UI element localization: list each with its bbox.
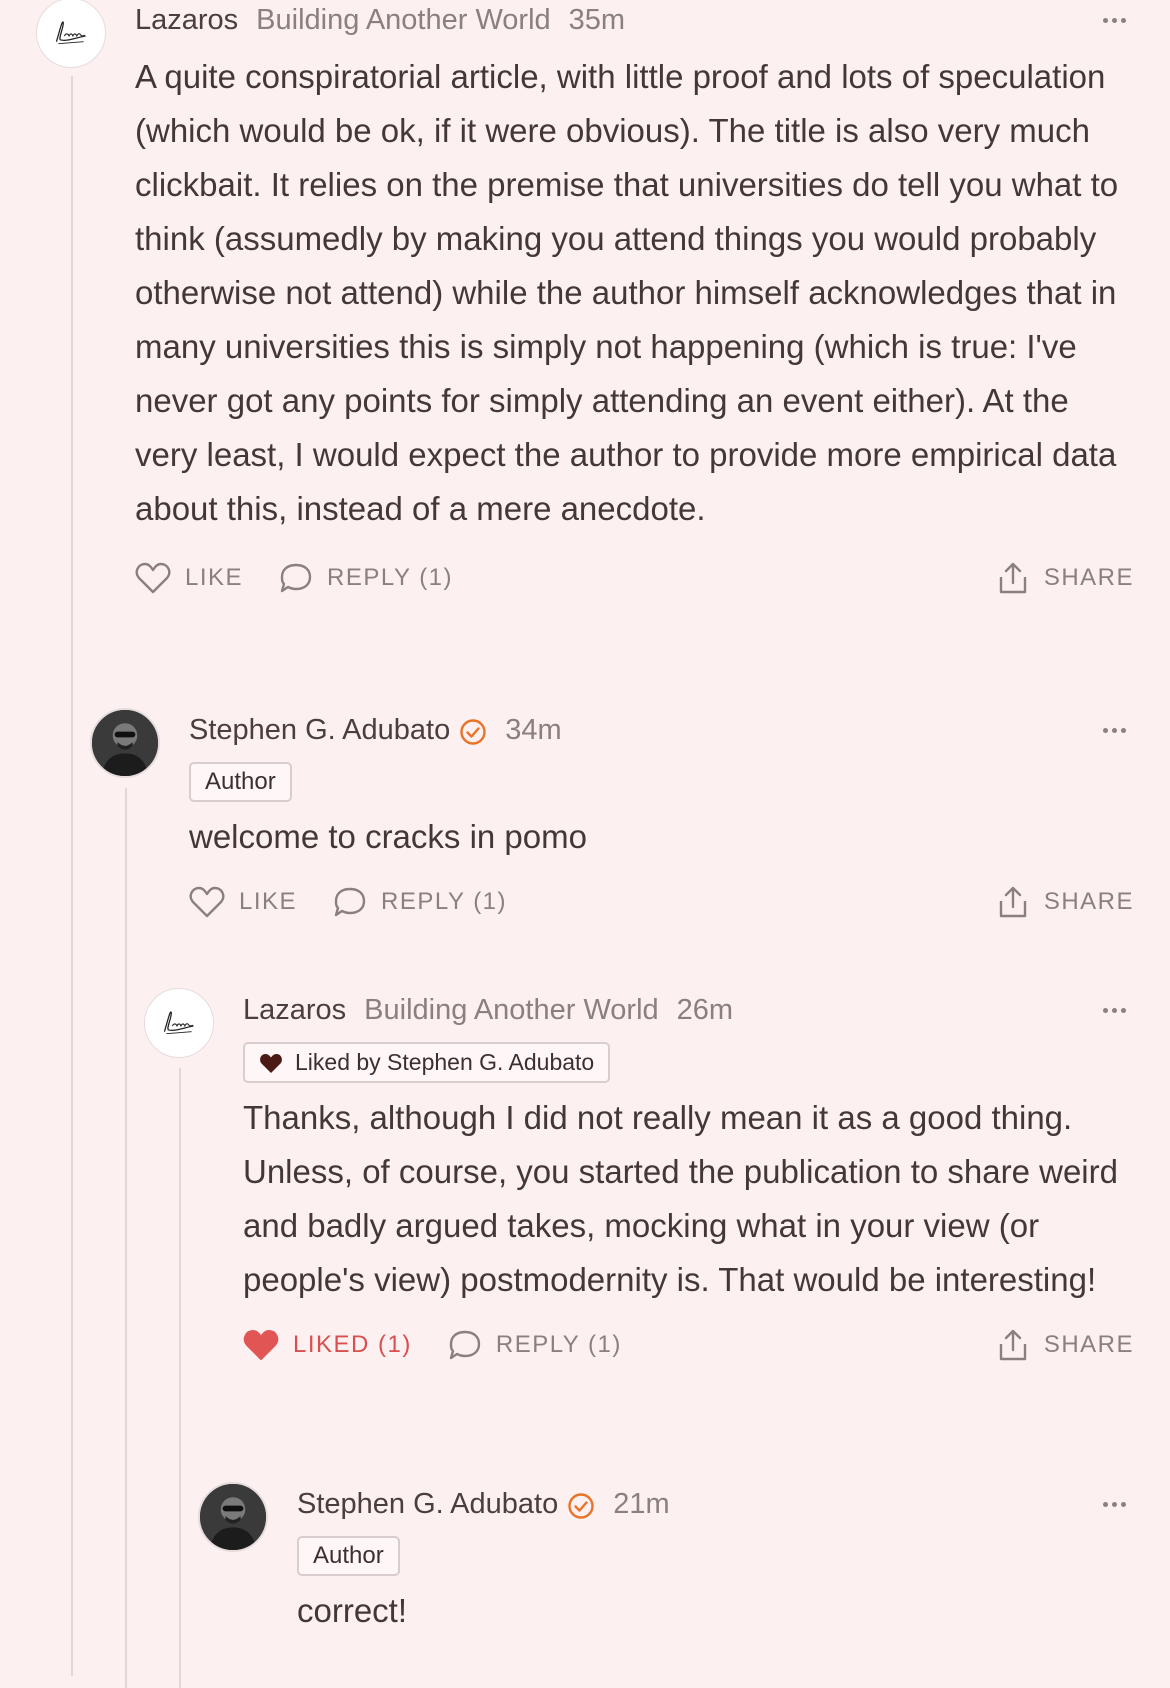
timestamp[interactable]: 34m <box>505 714 561 747</box>
comment-actions: LIKED (1) REPLY (1) SHARE <box>243 1323 1134 1367</box>
comment-header: Stephen G. Adubato 34m <box>189 710 1134 750</box>
like-button[interactable]: LIKE <box>189 886 297 918</box>
reply-button[interactable]: REPLY (1) <box>333 886 507 918</box>
reply-button[interactable]: REPLY (1) <box>448 1329 622 1361</box>
signature-logo-icon <box>55 21 86 45</box>
liked-by-badge: Liked by Stephen G. Adubato <box>243 1042 611 1083</box>
author-name[interactable]: Stephen G. Adubato <box>189 714 450 747</box>
filled-heart-icon <box>243 1330 279 1360</box>
more-options-button[interactable] <box>1094 1484 1134 1524</box>
signature-logo-icon <box>163 1011 194 1035</box>
heart-icon <box>135 562 171 594</box>
comment-header: Lazaros Building Another World 35m <box>135 0 1134 40</box>
publication-name[interactable]: Building Another World <box>256 4 550 37</box>
share-label: SHARE <box>1043 888 1134 915</box>
speech-bubble-icon <box>449 1330 481 1360</box>
thread-line-1 <box>71 76 73 1676</box>
verified-check-icon <box>568 1493 594 1519</box>
avatar-stephen[interactable] <box>90 708 160 778</box>
publication-name[interactable]: Building Another World <box>364 994 658 1027</box>
filled-heart-icon <box>260 1053 282 1073</box>
share-button[interactable]: SHARE <box>998 556 1134 600</box>
comment-body: A quite conspiratorial article, with lit… <box>135 58 1119 527</box>
share-label: SHARE <box>1043 1331 1134 1358</box>
comment-actions: LIKE REPLY (1) SHARE <box>135 556 1134 600</box>
comment-header: Stephen G. Adubato 21m <box>297 1484 1134 1524</box>
avatar-lazaros[interactable] <box>36 0 106 68</box>
profile-photo-icon <box>92 710 158 776</box>
comment-3: Lazaros Building Another World 26m Liked… <box>243 990 1134 1367</box>
author-name[interactable]: Lazaros <box>135 4 238 37</box>
comment-header: Lazaros Building Another World 26m <box>243 990 1134 1030</box>
author-name[interactable]: Stephen G. Adubato <box>297 1488 558 1521</box>
verified-check-icon <box>460 719 486 745</box>
like-label: LIKE <box>185 564 244 591</box>
more-options-button[interactable] <box>1094 710 1134 750</box>
comment-actions: LIKE REPLY (1) SHARE <box>189 880 1134 924</box>
share-icon <box>999 1329 1027 1361</box>
profile-photo-icon <box>200 1484 266 1550</box>
thread-line-3 <box>179 1068 181 1688</box>
timestamp[interactable]: 35m <box>569 4 625 37</box>
author-badge: Author <box>189 762 292 802</box>
like-button[interactable]: LIKE <box>135 562 243 594</box>
reply-label: REPLY (1) <box>381 888 508 915</box>
heart-icon <box>189 886 225 918</box>
comment-1: Lazaros Building Another World 35m A qui… <box>135 0 1134 600</box>
reply-label: REPLY (1) <box>327 564 454 591</box>
like-label: LIKED (1) <box>293 1331 412 1358</box>
share-icon <box>999 562 1027 594</box>
author-badge: Author <box>297 1536 400 1576</box>
comment-body: correct! <box>297 1592 408 1629</box>
like-label: LIKE <box>239 888 298 915</box>
author-name[interactable]: Lazaros <box>243 994 346 1027</box>
liked-by-label: Liked by Stephen G. Adubato <box>295 1049 595 1075</box>
comment-2: Stephen G. Adubato 34m Author welcome to… <box>189 710 1134 924</box>
thread-line-2 <box>125 788 127 1688</box>
reply-label: REPLY (1) <box>495 1331 622 1358</box>
avatar-lazaros-reply[interactable] <box>144 988 214 1058</box>
more-options-button[interactable] <box>1094 0 1134 40</box>
comment-body: welcome to cracks in pomo <box>189 818 587 855</box>
timestamp[interactable]: 26m <box>677 994 733 1027</box>
reply-button[interactable]: REPLY (1) <box>279 562 453 594</box>
avatar-stephen-reply[interactable] <box>198 1482 268 1552</box>
comment-4: Stephen G. Adubato 21m Author correct! <box>297 1484 1134 1638</box>
speech-bubble-icon <box>280 563 312 593</box>
share-button[interactable]: SHARE <box>998 880 1134 924</box>
speech-bubble-icon <box>334 887 366 917</box>
share-button[interactable]: SHARE <box>998 1323 1134 1367</box>
like-button[interactable]: LIKED (1) <box>243 1329 412 1361</box>
share-label: SHARE <box>1043 564 1134 591</box>
timestamp[interactable]: 21m <box>613 1488 669 1521</box>
comment-body: Thanks, although I did not really mean i… <box>243 1099 1118 1298</box>
more-options-button[interactable] <box>1094 990 1134 1030</box>
share-icon <box>999 886 1027 918</box>
